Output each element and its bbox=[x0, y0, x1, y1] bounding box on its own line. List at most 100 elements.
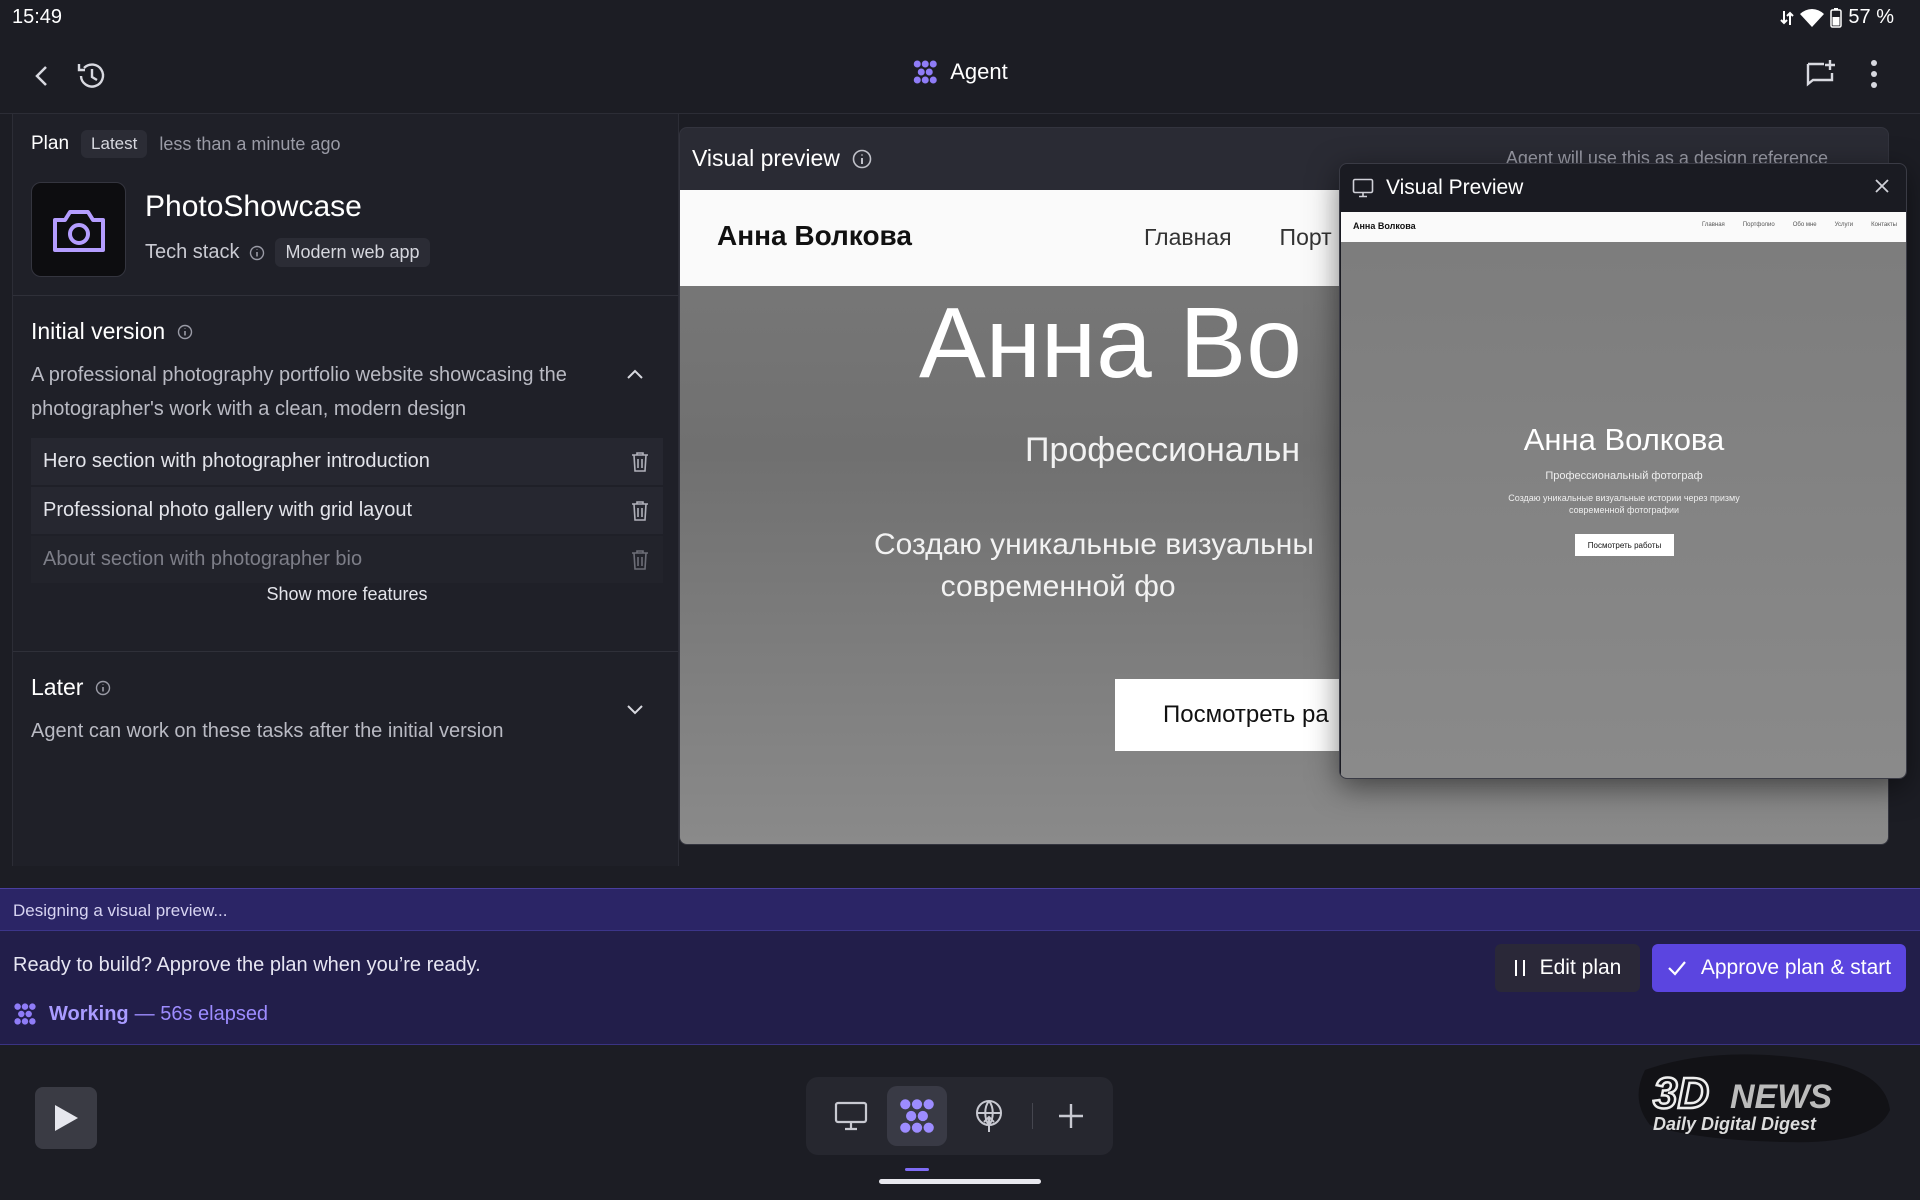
feature-label: Hero section with photographer introduct… bbox=[43, 450, 430, 472]
dock-divider bbox=[1032, 1103, 1033, 1129]
app-name: PhotoShowcase bbox=[145, 190, 362, 223]
dock-active-indicator bbox=[905, 1168, 929, 1171]
divider bbox=[13, 651, 678, 652]
back-icon[interactable] bbox=[26, 60, 58, 92]
watermark-logo: 3D NEWS Daily Digital Digest bbox=[1635, 1050, 1895, 1150]
mini-site-brand: Анна Волкова bbox=[1353, 221, 1416, 231]
camera-icon bbox=[52, 209, 105, 252]
page-title: Agent bbox=[912, 59, 1008, 85]
agent-icon bbox=[913, 60, 937, 84]
ready-message: Ready to build? Approve the plan when yo… bbox=[13, 954, 481, 976]
app-icon bbox=[31, 182, 126, 277]
floating-preview-title: Visual Preview bbox=[1386, 176, 1524, 199]
plan-panel: Plan Latest less than a minute ago Photo… bbox=[12, 114, 679, 866]
working-status: Working — 56s elapsed bbox=[13, 1002, 268, 1026]
svg-text:3D: 3D bbox=[1653, 1069, 1709, 1118]
title-text: Agent bbox=[950, 59, 1008, 84]
feature-label: Professional photo gallery with grid lay… bbox=[43, 499, 413, 521]
divider bbox=[13, 295, 678, 296]
monitor-icon bbox=[1352, 178, 1374, 198]
play-button[interactable] bbox=[35, 1087, 97, 1149]
mini-nav-link[interactable]: Услуги bbox=[1835, 222, 1853, 228]
edit-plan-label: Edit plan bbox=[1539, 956, 1622, 979]
approve-plan-label: Approve plan & start bbox=[1700, 956, 1892, 979]
feature-label: About section with photographer bio bbox=[43, 548, 363, 570]
visual-preview-title: Visual preview bbox=[692, 145, 840, 171]
dock-deploy-button[interactable] bbox=[959, 1086, 1019, 1146]
later-label: Later bbox=[31, 674, 84, 700]
mini-hero-title: Анна Волкова bbox=[1523, 422, 1725, 457]
battery-level: 57 % bbox=[1848, 6, 1894, 28]
mini-site-nav: Анна Волкова Главная Портфолио Обо мне У… bbox=[1341, 212, 1906, 242]
working-label: Working bbox=[49, 1002, 129, 1025]
mini-cta-button[interactable]: Посмотреть работы bbox=[1575, 534, 1674, 556]
site-nav-links: Главная Порт bbox=[1144, 224, 1332, 251]
later-title: Later bbox=[31, 674, 111, 701]
top-bar: Agent bbox=[0, 34, 1920, 114]
close-icon[interactable] bbox=[1872, 176, 1892, 201]
action-banner: Designing a visual preview... Ready to b… bbox=[0, 888, 1920, 1045]
visual-preview-header: Visual preview bbox=[692, 145, 872, 172]
mini-nav-link[interactable]: Главная bbox=[1702, 222, 1725, 228]
edit-plan-button[interactable]: Edit plan bbox=[1495, 944, 1640, 992]
feature-item[interactable]: Professional photo gallery with grid lay… bbox=[31, 487, 663, 535]
initial-version-title: Initial version bbox=[31, 318, 193, 345]
dock-preview-button[interactable] bbox=[821, 1086, 881, 1146]
info-icon[interactable] bbox=[852, 149, 872, 169]
show-more-features-button[interactable]: Show more features bbox=[31, 584, 663, 605]
agent-icon bbox=[14, 1003, 36, 1025]
designing-status: Designing a visual preview... bbox=[0, 889, 1920, 931]
svg-text:Daily Digital Digest: Daily Digital Digest bbox=[1653, 1114, 1817, 1134]
new-chat-icon[interactable] bbox=[1800, 54, 1840, 94]
floating-visual-preview: Visual Preview Анна Волкова Главная Порт… bbox=[1339, 163, 1907, 779]
mini-nav-link[interactable]: Контакты bbox=[1871, 222, 1897, 228]
info-icon[interactable] bbox=[177, 324, 193, 340]
latest-badge: Latest bbox=[81, 130, 148, 158]
pause-icon bbox=[1514, 960, 1525, 976]
plan-label: Plan bbox=[31, 133, 70, 154]
check-icon bbox=[1668, 961, 1686, 976]
plus-icon bbox=[1059, 1104, 1083, 1128]
info-icon[interactable] bbox=[249, 245, 265, 261]
mini-hero-text: Создаю уникальные визуальные истории чер… bbox=[1508, 493, 1740, 515]
mini-site-nav-links: Главная Портфолио Обо мне Услуги Контакт… bbox=[1702, 222, 1897, 228]
tech-stack-row: Tech stack Modern web app bbox=[145, 238, 430, 267]
site-brand: Анна Волкова bbox=[717, 220, 912, 251]
dock-agent-button[interactable] bbox=[887, 1086, 947, 1146]
history-icon[interactable] bbox=[72, 56, 112, 96]
trash-icon[interactable] bbox=[631, 549, 649, 571]
info-icon[interactable] bbox=[95, 680, 111, 696]
bottom-dock bbox=[806, 1077, 1113, 1155]
play-icon bbox=[55, 1105, 78, 1131]
mini-hero-subtitle: Профессиональный фотограф bbox=[1545, 470, 1703, 482]
floating-preview-header: Visual Preview bbox=[1340, 164, 1906, 212]
dock-add-button[interactable] bbox=[1041, 1086, 1101, 1146]
mini-site-preview: Анна Волкова Главная Портфолио Обо мне У… bbox=[1341, 212, 1906, 778]
monitor-icon bbox=[834, 1101, 868, 1131]
plan-header: Plan Latest less than a minute ago bbox=[31, 130, 340, 158]
status-time: 15:49 bbox=[12, 6, 63, 28]
agent-icon bbox=[900, 1099, 934, 1133]
tech-stack-value: Modern web app bbox=[275, 238, 430, 267]
plan-updated: less than a minute ago bbox=[159, 133, 341, 154]
feature-item[interactable]: Hero section with photographer introduct… bbox=[31, 438, 663, 486]
trash-icon[interactable] bbox=[631, 451, 649, 473]
site-hero-title: Анна Во bbox=[919, 287, 1302, 399]
site-hero-subtitle: Профессиональн bbox=[1025, 431, 1301, 469]
initial-version-label: Initial version bbox=[31, 318, 166, 344]
globe-icon bbox=[976, 1100, 1002, 1132]
approve-plan-button[interactable]: Approve plan & start bbox=[1652, 944, 1906, 992]
mini-nav-link[interactable]: Портфолио bbox=[1743, 222, 1775, 228]
trash-icon[interactable] bbox=[631, 500, 649, 522]
initial-version-description: A professional photography portfolio web… bbox=[31, 364, 567, 420]
later-description: Agent can work on these tasks after the … bbox=[31, 720, 504, 742]
mini-nav-link[interactable]: Обо мне bbox=[1793, 222, 1817, 228]
site-nav-link[interactable]: Порт bbox=[1280, 224, 1332, 251]
more-options-icon[interactable] bbox=[1860, 56, 1888, 92]
feature-item[interactable]: About section with photographer bio bbox=[31, 536, 663, 584]
tech-stack-label: Tech stack bbox=[145, 241, 240, 263]
svg-text:NEWS: NEWS bbox=[1730, 1078, 1832, 1116]
elapsed-time: — 56s elapsed bbox=[134, 1002, 269, 1025]
site-nav-link[interactable]: Главная bbox=[1144, 224, 1232, 251]
home-indicator[interactable] bbox=[879, 1179, 1041, 1184]
